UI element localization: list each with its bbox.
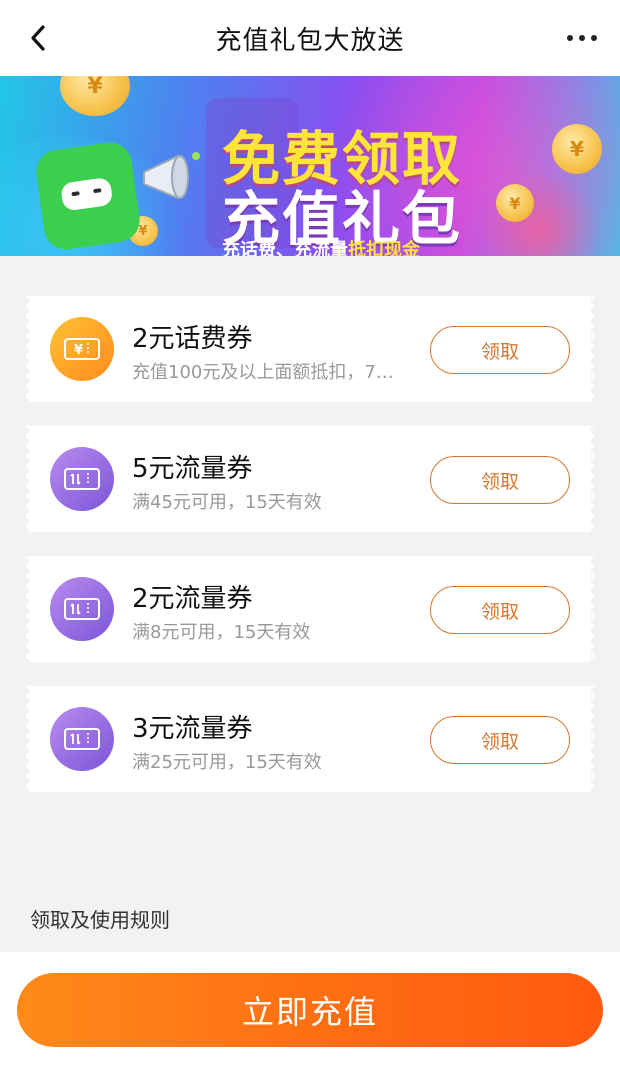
svg-text:¥: ¥	[74, 343, 83, 358]
coupon-desc: 满8元可用，15天有效	[132, 622, 311, 643]
nav-header: 充值礼包大放送	[0, 0, 620, 76]
data-ticket-icon	[50, 447, 114, 511]
claim-button[interactable]: 领取	[430, 456, 570, 504]
claim-button[interactable]: 领取	[430, 326, 570, 374]
coin-icon: ¥	[552, 124, 602, 174]
claim-button[interactable]: 领取	[430, 586, 570, 634]
banner-subtitle: 充话费、充流量抵扣现金	[222, 236, 420, 256]
coupon-card: 3元流量券 满25元可用，15天有效 领取	[26, 686, 594, 792]
recharge-now-button[interactable]: 立即充值	[17, 973, 603, 1047]
page-title: 充值礼包大放送	[215, 25, 405, 56]
coupon-desc: 满25元可用，15天有效	[132, 752, 322, 773]
coupon-desc: 充值100元及以上面额抵扣，7…	[132, 362, 394, 383]
coupon-title: 2元流量券	[132, 584, 253, 614]
coupon-title: 2元话费券	[132, 324, 253, 354]
claim-button[interactable]: 领取	[430, 716, 570, 764]
coupon-title: 3元流量券	[132, 714, 253, 744]
phone-bill-ticket-icon: ¥	[50, 317, 114, 381]
banner-subtitle-highlight: 抵扣现金	[348, 240, 420, 256]
banner-subtitle-prefix: 充话费、充流量	[222, 240, 348, 256]
data-ticket-icon	[50, 577, 114, 641]
more-dots-icon[interactable]	[562, 22, 602, 54]
bottom-bar: 立即充值	[0, 952, 620, 1072]
coin-icon: ¥	[60, 76, 130, 116]
coupon-card: ¥ 2元话费券 充值100元及以上面额抵扣，7… 领取	[26, 296, 594, 402]
mascot-robot-icon	[33, 139, 143, 253]
coupon-desc: 满45元可用，15天有效	[132, 492, 322, 513]
coupon-card: 5元流量券 满45元可用，15天有效 领取	[26, 426, 594, 532]
rules-title: 领取及使用规则	[30, 908, 170, 932]
coin-icon: ¥	[496, 184, 534, 222]
data-ticket-icon	[50, 707, 114, 771]
coupon-card: 2元流量券 满8元可用，15天有效 领取	[26, 556, 594, 662]
coupon-title: 5元流量券	[132, 454, 253, 484]
promo-banner[interactable]: ¥ ¥ ¥ ¥ 免费领取 充值礼包 充话费、充流量抵扣现金	[0, 76, 620, 256]
back-arrow-icon[interactable]	[22, 22, 54, 54]
megaphone-icon	[143, 152, 200, 200]
